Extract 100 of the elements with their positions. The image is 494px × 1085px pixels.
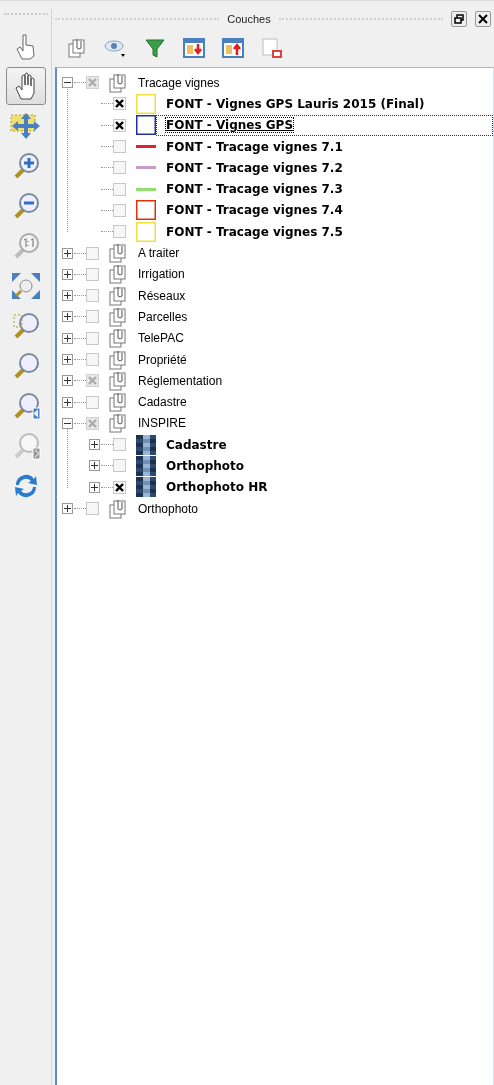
checkbox[interactable] — [113, 480, 126, 494]
zoom-full-icon — [9, 271, 42, 301]
group-name[interactable]: TelePAC — [138, 331, 184, 346]
layer-row[interactable]: FONT - Tracage vignes 7.4 — [156, 199, 493, 222]
group-name[interactable]: Cadastre — [138, 395, 187, 410]
group-name[interactable]: Propriété — [138, 352, 187, 367]
checkbox[interactable] — [113, 225, 126, 239]
float-button[interactable] — [451, 11, 467, 27]
layer-row[interactable]: Orthophoto — [156, 455, 493, 477]
checkbox[interactable] — [86, 374, 99, 388]
group-name[interactable]: Orthophoto — [138, 501, 199, 516]
layer-row[interactable]: FONT - Tracage vignes 7.2 — [156, 157, 493, 179]
plus-icon — [64, 398, 71, 406]
raster-icon — [136, 456, 156, 476]
layer-name: FONT - Tracage vignes 7.2 — [166, 160, 343, 175]
layers-icon — [108, 412, 128, 435]
plus-icon — [64, 249, 71, 257]
toolbar-button[interactable] — [143, 36, 167, 60]
layer-row[interactable]: FONT - Vignes GPS — [156, 114, 493, 136]
layer-name: FONT - Vignes GPS Lauris 2015 (Final) — [166, 96, 425, 111]
checkbox[interactable] — [113, 203, 126, 217]
panel-title: Couches — [227, 13, 271, 25]
checkbox[interactable] — [113, 459, 126, 473]
layer-row[interactable]: FONT - Tracage vignes 7.1 — [156, 135, 493, 158]
layers-icon — [108, 305, 128, 328]
layers-icon — [67, 37, 87, 59]
plus-icon — [64, 313, 71, 321]
plus-icon — [64, 377, 71, 385]
expand-toggle[interactable] — [62, 503, 73, 515]
checkbox[interactable] — [113, 438, 126, 452]
checkbox[interactable] — [86, 76, 99, 90]
layers-icon — [108, 242, 128, 265]
layers-icon — [108, 497, 128, 520]
plus-icon — [91, 441, 98, 449]
checkbox[interactable] — [86, 353, 99, 366]
checkbox[interactable] — [86, 502, 99, 516]
expand-toggle[interactable] — [62, 247, 73, 259]
layer-name: Cadastre — [166, 437, 227, 452]
layer-name: Orthophoto — [166, 459, 244, 473]
expand-toggle[interactable] — [89, 439, 100, 451]
collapse-icon — [222, 37, 244, 59]
plus-icon — [91, 462, 98, 470]
plus-icon — [64, 505, 71, 513]
expand-toggle[interactable] — [89, 460, 100, 472]
toolbar-button[interactable] — [260, 36, 284, 60]
expand-toggle[interactable] — [89, 481, 100, 493]
eye-icon — [104, 37, 128, 59]
checkbox[interactable] — [86, 246, 99, 260]
expand-toggle[interactable] — [62, 311, 73, 323]
checkbox[interactable] — [113, 118, 126, 132]
group-name[interactable]: Tracage vignes — [138, 75, 220, 90]
toolbar-button[interactable] — [221, 36, 245, 60]
checkbox[interactable] — [86, 331, 99, 345]
plus-icon — [64, 334, 71, 342]
checkbox[interactable] — [86, 310, 99, 324]
layers-icon — [108, 71, 128, 94]
checkbox[interactable] — [86, 416, 99, 430]
magnifier-icon — [10, 311, 41, 341]
group-name[interactable]: Parcelles — [138, 309, 188, 324]
plus-icon — [91, 483, 98, 491]
toolbar-button[interactable] — [182, 36, 206, 60]
group-name[interactable]: Réglementation — [138, 373, 223, 388]
layer-row[interactable]: FONT - Tracage vignes 7.5 — [156, 221, 493, 243]
group-name[interactable]: INSPIRE — [138, 416, 186, 431]
expand-toggle[interactable] — [62, 332, 73, 344]
layer-row[interactable]: FONT - Tracage vignes 7.3 — [156, 178, 493, 200]
layer-row[interactable]: FONT - Vignes GPS Lauris 2015 (Final) — [156, 93, 493, 115]
tool-button[interactable] — [5, 67, 46, 105]
expand-toggle[interactable] — [62, 375, 73, 387]
checkbox[interactable] — [86, 289, 99, 303]
layers-icon — [108, 391, 128, 414]
expand-toggle[interactable] — [62, 396, 73, 408]
plus-icon — [64, 292, 71, 300]
checkbox[interactable] — [113, 97, 126, 111]
expand-toggle[interactable] — [62, 268, 73, 280]
checkbox[interactable] — [113, 140, 126, 154]
raster-icon — [136, 477, 156, 498]
layer-name: FONT - Tracage vignes 7.4 — [166, 203, 343, 218]
group-name[interactable]: Réseaux — [138, 288, 186, 303]
collapse-toggle[interactable] — [62, 417, 73, 429]
plus-icon — [64, 356, 71, 363]
layer-row[interactable]: Orthophoto HR — [156, 476, 493, 498]
plus-icon — [64, 270, 71, 278]
checkbox[interactable] — [86, 267, 99, 281]
layers-icon — [108, 284, 128, 307]
expand-toggle[interactable] — [62, 290, 73, 302]
group-name[interactable]: A traiter — [138, 246, 180, 260]
layer-row[interactable]: Cadastre — [156, 434, 493, 456]
checkbox[interactable] — [113, 182, 126, 196]
layer-name: FONT - Tracage vignes 7.3 — [166, 182, 343, 197]
layer-name: FONT - Vignes GPS — [166, 118, 294, 133]
close-button[interactable] — [475, 11, 491, 27]
raster-icon — [136, 434, 156, 455]
expand-toggle[interactable] — [62, 354, 73, 365]
checkbox[interactable] — [86, 395, 99, 409]
layer-name: FONT - Tracage vignes 7.5 — [166, 224, 343, 239]
collapse-toggle[interactable] — [62, 77, 73, 89]
layer-name: Orthophoto HR — [166, 480, 268, 495]
group-name[interactable]: Irrigation — [138, 267, 185, 282]
checkbox[interactable] — [113, 161, 126, 175]
